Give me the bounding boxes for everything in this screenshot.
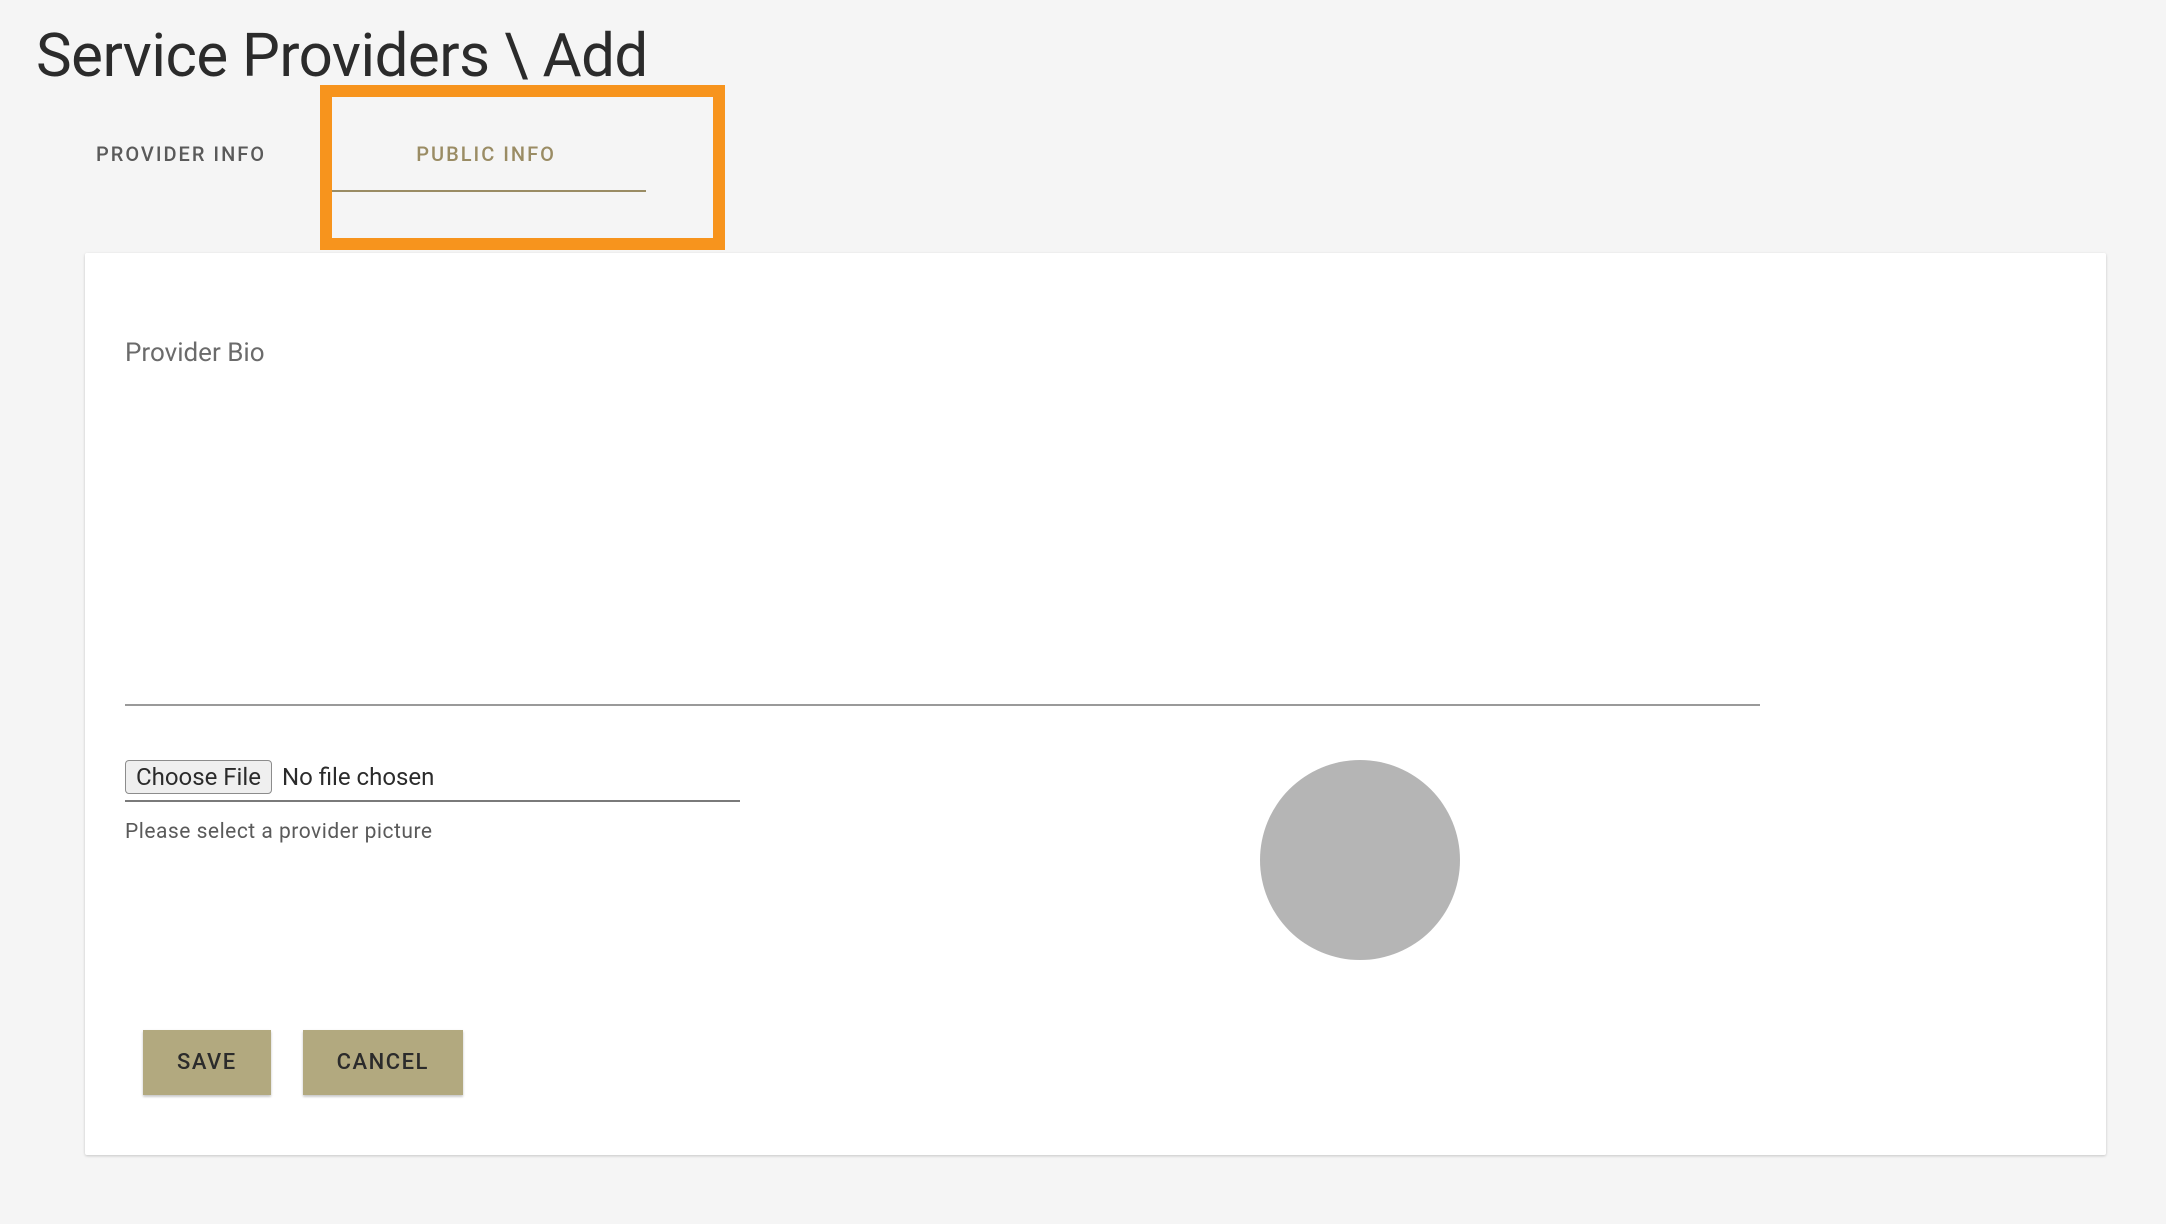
save-button[interactable]: SAVE xyxy=(143,1030,271,1095)
form-card: Provider Bio Choose File No file chosen … xyxy=(85,253,2106,1155)
file-hint-text: Please select a provider picture xyxy=(125,820,740,844)
bio-section: Provider Bio xyxy=(125,338,2056,710)
bio-label: Provider Bio xyxy=(125,338,2056,368)
file-row: Choose File No file chosen Please select… xyxy=(125,760,2056,960)
cancel-button[interactable]: CANCEL xyxy=(303,1030,463,1095)
file-column: Choose File No file chosen Please select… xyxy=(125,760,740,844)
tabs: PROVIDER INFO PUBLIC INFO xyxy=(0,91,2166,201)
choose-file-button[interactable]: Choose File xyxy=(125,760,272,794)
tab-public-info[interactable]: PUBLIC INFO xyxy=(326,136,646,192)
tab-provider-info[interactable]: PROVIDER INFO xyxy=(96,136,266,190)
avatar-placeholder xyxy=(1260,760,1460,960)
file-status-text: No file chosen xyxy=(272,763,434,791)
bio-textarea[interactable] xyxy=(125,376,1760,706)
file-input[interactable]: Choose File No file chosen xyxy=(125,760,740,802)
button-row: SAVE CANCEL xyxy=(125,1030,2056,1095)
page-title: Service Providers \ Add xyxy=(0,0,2166,91)
